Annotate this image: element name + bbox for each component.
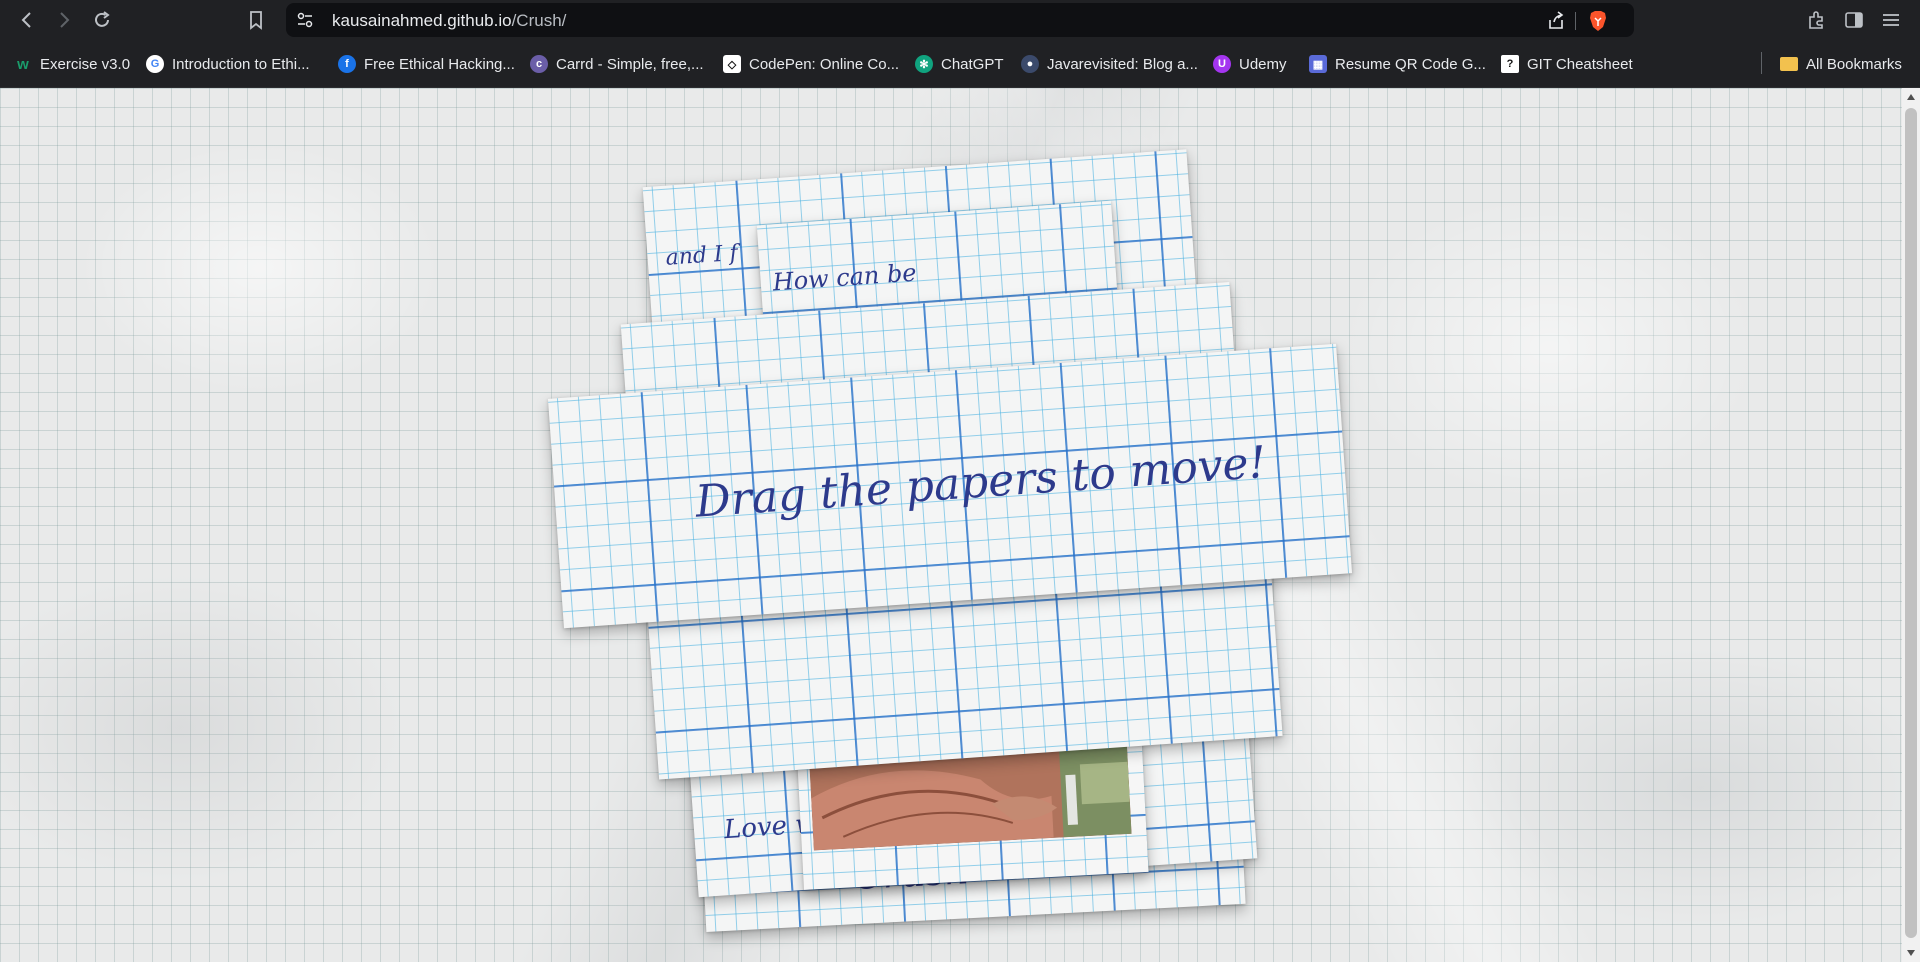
- page-scrollbar[interactable]: [1902, 88, 1920, 962]
- share-icon[interactable]: [1546, 11, 1566, 31]
- bookmark-item[interactable]: w Exercise v3.0: [14, 52, 130, 76]
- all-bookmarks-label: All Bookmarks: [1806, 55, 1902, 73]
- bookmark-label: GIT Cheatsheet: [1527, 55, 1633, 73]
- how-note-text: How can be: [771, 258, 918, 297]
- bookmark-icon: [250, 11, 262, 30]
- codepen-icon: ◇: [723, 55, 741, 73]
- address-bar[interactable]: kausainahmed.github.io/Crush/: [286, 3, 1634, 37]
- bookmarks-divider: [1761, 52, 1762, 74]
- back-button[interactable]: [13, 6, 41, 34]
- extensions-icon[interactable]: [1806, 9, 1828, 31]
- bookmark-label: ChatGPT: [941, 55, 1004, 73]
- url-separator: [1575, 12, 1576, 30]
- carrd-icon: c: [530, 55, 548, 73]
- javarevisited-icon: ●: [1021, 55, 1039, 73]
- url-host: kausainahmed.github.io: [332, 11, 512, 30]
- bookmark-label: Javarevisited: Blog a...: [1047, 55, 1198, 73]
- bookmark-label: Resume QR Code G...: [1335, 55, 1486, 73]
- bookmark-item[interactable]: U Udemy: [1213, 52, 1287, 76]
- all-bookmarks-button[interactable]: All Bookmarks: [1780, 52, 1902, 76]
- bookmark-label: Exercise v3.0: [40, 55, 131, 73]
- reload-button[interactable]: [88, 6, 116, 34]
- bookmark-item[interactable]: ● Javarevisited: Blog a...: [1021, 52, 1198, 76]
- reload-icon: [95, 11, 110, 27]
- bookmark-item[interactable]: ✻ ChatGPT: [915, 52, 1004, 76]
- bookmark-label: Udemy: [1239, 55, 1287, 73]
- bookmark-item[interactable]: G Introduction to Ethi...: [146, 52, 310, 76]
- bookmark-label: Carrd - Simple, free,...: [556, 55, 704, 73]
- google-icon: G: [146, 55, 164, 73]
- bookmark-item[interactable]: ? GIT Cheatsheet: [1501, 52, 1633, 76]
- scroll-thumb[interactable]: [1905, 108, 1917, 938]
- brave-shield-icon[interactable]: [1588, 10, 1608, 32]
- site-settings-icon[interactable]: [296, 11, 314, 29]
- menu-icon[interactable]: [1880, 9, 1902, 31]
- back-arrow-icon: [21, 12, 31, 28]
- bookmark-page-button[interactable]: [242, 6, 270, 34]
- chatgpt-icon: ✻: [915, 55, 933, 73]
- bookmarks-bar: w Exercise v3.0 G Introduction to Ethi..…: [0, 40, 1920, 88]
- globe-icon: f: [338, 55, 356, 73]
- bookmark-item[interactable]: ◇ CodePen: Online Co...: [723, 52, 899, 76]
- bookmark-label: CodePen: Online Co...: [749, 55, 900, 73]
- bookmark-item[interactable]: f Free Ethical Hacking...: [338, 52, 515, 76]
- w-logo-icon: w: [17, 55, 29, 73]
- scroll-down-arrow-icon[interactable]: [1907, 950, 1915, 956]
- sidebar-toggle-icon[interactable]: [1843, 9, 1865, 31]
- forward-arrow-icon: [60, 12, 70, 28]
- bookmark-label: Free Ethical Hacking...: [364, 55, 515, 73]
- url-text[interactable]: kausainahmed.github.io/Crush/: [332, 11, 566, 31]
- url-path: /Crush/: [511, 11, 567, 30]
- scroll-up-arrow-icon[interactable]: [1907, 94, 1915, 100]
- page-canvas: Crush Love w and I f How can be: [0, 88, 1902, 962]
- bookmark-label: Introduction to Ethi...: [172, 55, 310, 73]
- bookmark-item[interactable]: c Carrd - Simple, free,...: [530, 52, 704, 76]
- folder-icon: [1780, 57, 1798, 71]
- question-icon: ?: [1501, 55, 1519, 73]
- top-note-text: and I f: [664, 240, 739, 271]
- drag-instruction-text: Drag the papers to move!: [693, 436, 1268, 528]
- forward-button[interactable]: [50, 6, 78, 34]
- udemy-icon: U: [1213, 55, 1231, 73]
- bookmark-item[interactable]: ▦ Resume QR Code G...: [1309, 52, 1486, 76]
- browser-toolbar: kausainahmed.github.io/Crush/: [0, 0, 1920, 40]
- qr-icon: ▦: [1309, 55, 1327, 73]
